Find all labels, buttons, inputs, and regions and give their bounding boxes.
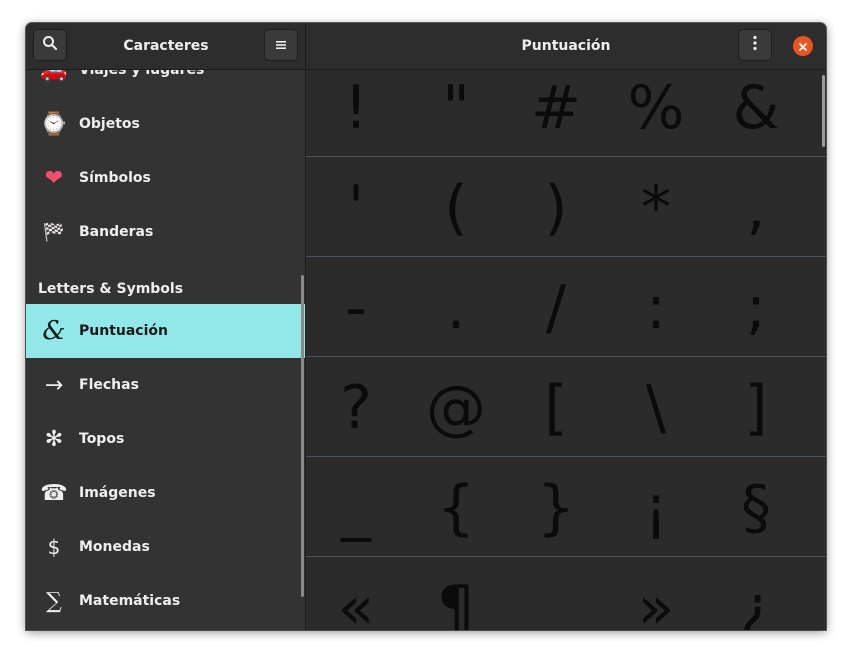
character-cell[interactable]: { <box>406 458 506 558</box>
row-divider <box>306 356 826 357</box>
sidebar-item-topos[interactable]: ✻ Topos <box>26 412 305 466</box>
more-options-button[interactable] <box>738 29 772 61</box>
header-bar: Caracteres Puntuación <box>26 23 826 70</box>
sidebar-item-monedas[interactable]: $ Monedas <box>26 520 305 574</box>
sidebar-item-simbolos[interactable]: ❤ Símbolos <box>26 151 305 205</box>
character-cell[interactable]: ; <box>706 258 806 358</box>
sidebar-item-viajes[interactable]: 🚗 Viajes y lugares <box>26 70 305 97</box>
character-cell[interactable]: ? <box>306 358 406 458</box>
character-cell[interactable]: : <box>606 258 706 358</box>
sidebar-item-label: Puntuación <box>79 323 168 339</box>
checkered-flag-icon: 🏁 <box>42 221 66 243</box>
character-cell[interactable]: & <box>706 70 806 158</box>
sidebar-item-banderas[interactable]: 🏁 Banderas <box>26 205 305 259</box>
character-cell[interactable] <box>506 558 606 630</box>
character-cell[interactable]: ¶ <box>406 558 506 630</box>
sidebar-item-label: Símbolos <box>79 170 151 186</box>
character-cell[interactable]: / <box>506 258 606 358</box>
watch-icon: ⌚ <box>40 111 68 137</box>
character-cell[interactable]: , <box>706 158 806 258</box>
car-icon: 🚗 <box>40 70 68 83</box>
row-divider <box>306 256 826 257</box>
hamburger-icon <box>275 36 287 55</box>
character-cell[interactable]: ¡ <box>606 458 706 558</box>
character-cell[interactable]: % <box>606 70 706 158</box>
sidebar-item-label: Imágenes <box>79 485 156 501</box>
grid-scrollbar[interactable] <box>822 75 825 147</box>
character-cell[interactable]: ] <box>706 358 806 458</box>
menu-button[interactable] <box>264 29 298 61</box>
sidebar-item-objetos[interactable]: ⌚ Objetos <box>26 97 305 151</box>
character-cell[interactable]: § <box>706 458 806 558</box>
sidebar-item-flechas[interactable]: → Flechas <box>26 358 305 412</box>
character-cell[interactable]: # <box>506 70 606 158</box>
flower-icon: ✻ <box>44 426 64 452</box>
page-title: Puntuación <box>521 38 611 54</box>
sidebar-item-label: Objetos <box>79 116 140 132</box>
sigma-icon: ∑ <box>46 588 62 614</box>
header-divider <box>305 23 306 69</box>
sidebar-item-imagenes[interactable]: ☎ Imágenes <box>26 466 305 520</box>
character-cell[interactable]: _ <box>306 458 406 558</box>
characters-window: Caracteres Puntuación 🚗 Viajes y lugares… <box>26 23 826 630</box>
character-cell[interactable]: " <box>406 70 506 158</box>
sidebar-item-label: Matemáticas <box>79 593 181 609</box>
close-button[interactable] <box>793 36 813 56</box>
sidebar-item-label: Topos <box>79 431 125 447</box>
dollar-icon: $ <box>47 535 61 559</box>
close-icon <box>798 37 808 56</box>
vertical-dots-icon <box>752 35 758 55</box>
sidebar-scrollbar[interactable] <box>301 275 304 597</box>
row-divider <box>306 156 826 157</box>
category-sidebar[interactable]: 🚗 Viajes y lugares ⌚ Objetos ❤ Símbolos … <box>26 70 306 630</box>
row-divider <box>306 456 826 457</box>
character-cell[interactable]: * <box>606 158 706 258</box>
arrow-right-icon: → <box>44 372 64 398</box>
character-cell[interactable]: ) <box>506 158 606 258</box>
character-cell[interactable]: @ <box>406 358 506 458</box>
character-cell[interactable]: . <box>406 258 506 358</box>
sidebar-item-label: Flechas <box>79 377 139 393</box>
character-cell[interactable]: [ <box>506 358 606 458</box>
character-cell[interactable]: ' <box>306 158 406 258</box>
search-button[interactable] <box>33 29 67 61</box>
search-icon <box>42 35 58 55</box>
sidebar-item-matematicas[interactable]: ∑ Matemáticas <box>26 574 305 628</box>
character-cell[interactable]: } <box>506 458 606 558</box>
sidebar-item-label: Banderas <box>79 224 154 240</box>
sidebar-item-puntuacion[interactable]: & Puntuación <box>26 304 305 358</box>
row-divider <box>306 556 826 557</box>
character-cell[interactable]: ! <box>306 70 406 158</box>
character-cell[interactable]: « <box>306 558 406 630</box>
ampersand-icon: & <box>42 316 66 346</box>
sidebar-item-label: Viajes y lugares <box>79 70 205 78</box>
character-cell[interactable]: \ <box>606 358 706 458</box>
character-grid[interactable]: ! " #% & '() *, -. /:;? @[\] _{} ¡ § «¶ » ¿ <box>306 70 826 630</box>
section-header-letters-symbols: Letters & Symbols <box>38 281 184 297</box>
character-cell[interactable]: ( <box>406 158 506 258</box>
character-cell[interactable]: ¿ <box>706 558 806 630</box>
sidebar-item-label: Monedas <box>79 539 150 555</box>
character-cell[interactable]: - <box>306 258 406 358</box>
sidebar-title: Caracteres <box>123 38 209 54</box>
character-cell[interactable]: » <box>606 558 706 630</box>
telephone-icon: ☎ <box>40 480 68 506</box>
heart-icon: ❤ <box>44 165 64 191</box>
